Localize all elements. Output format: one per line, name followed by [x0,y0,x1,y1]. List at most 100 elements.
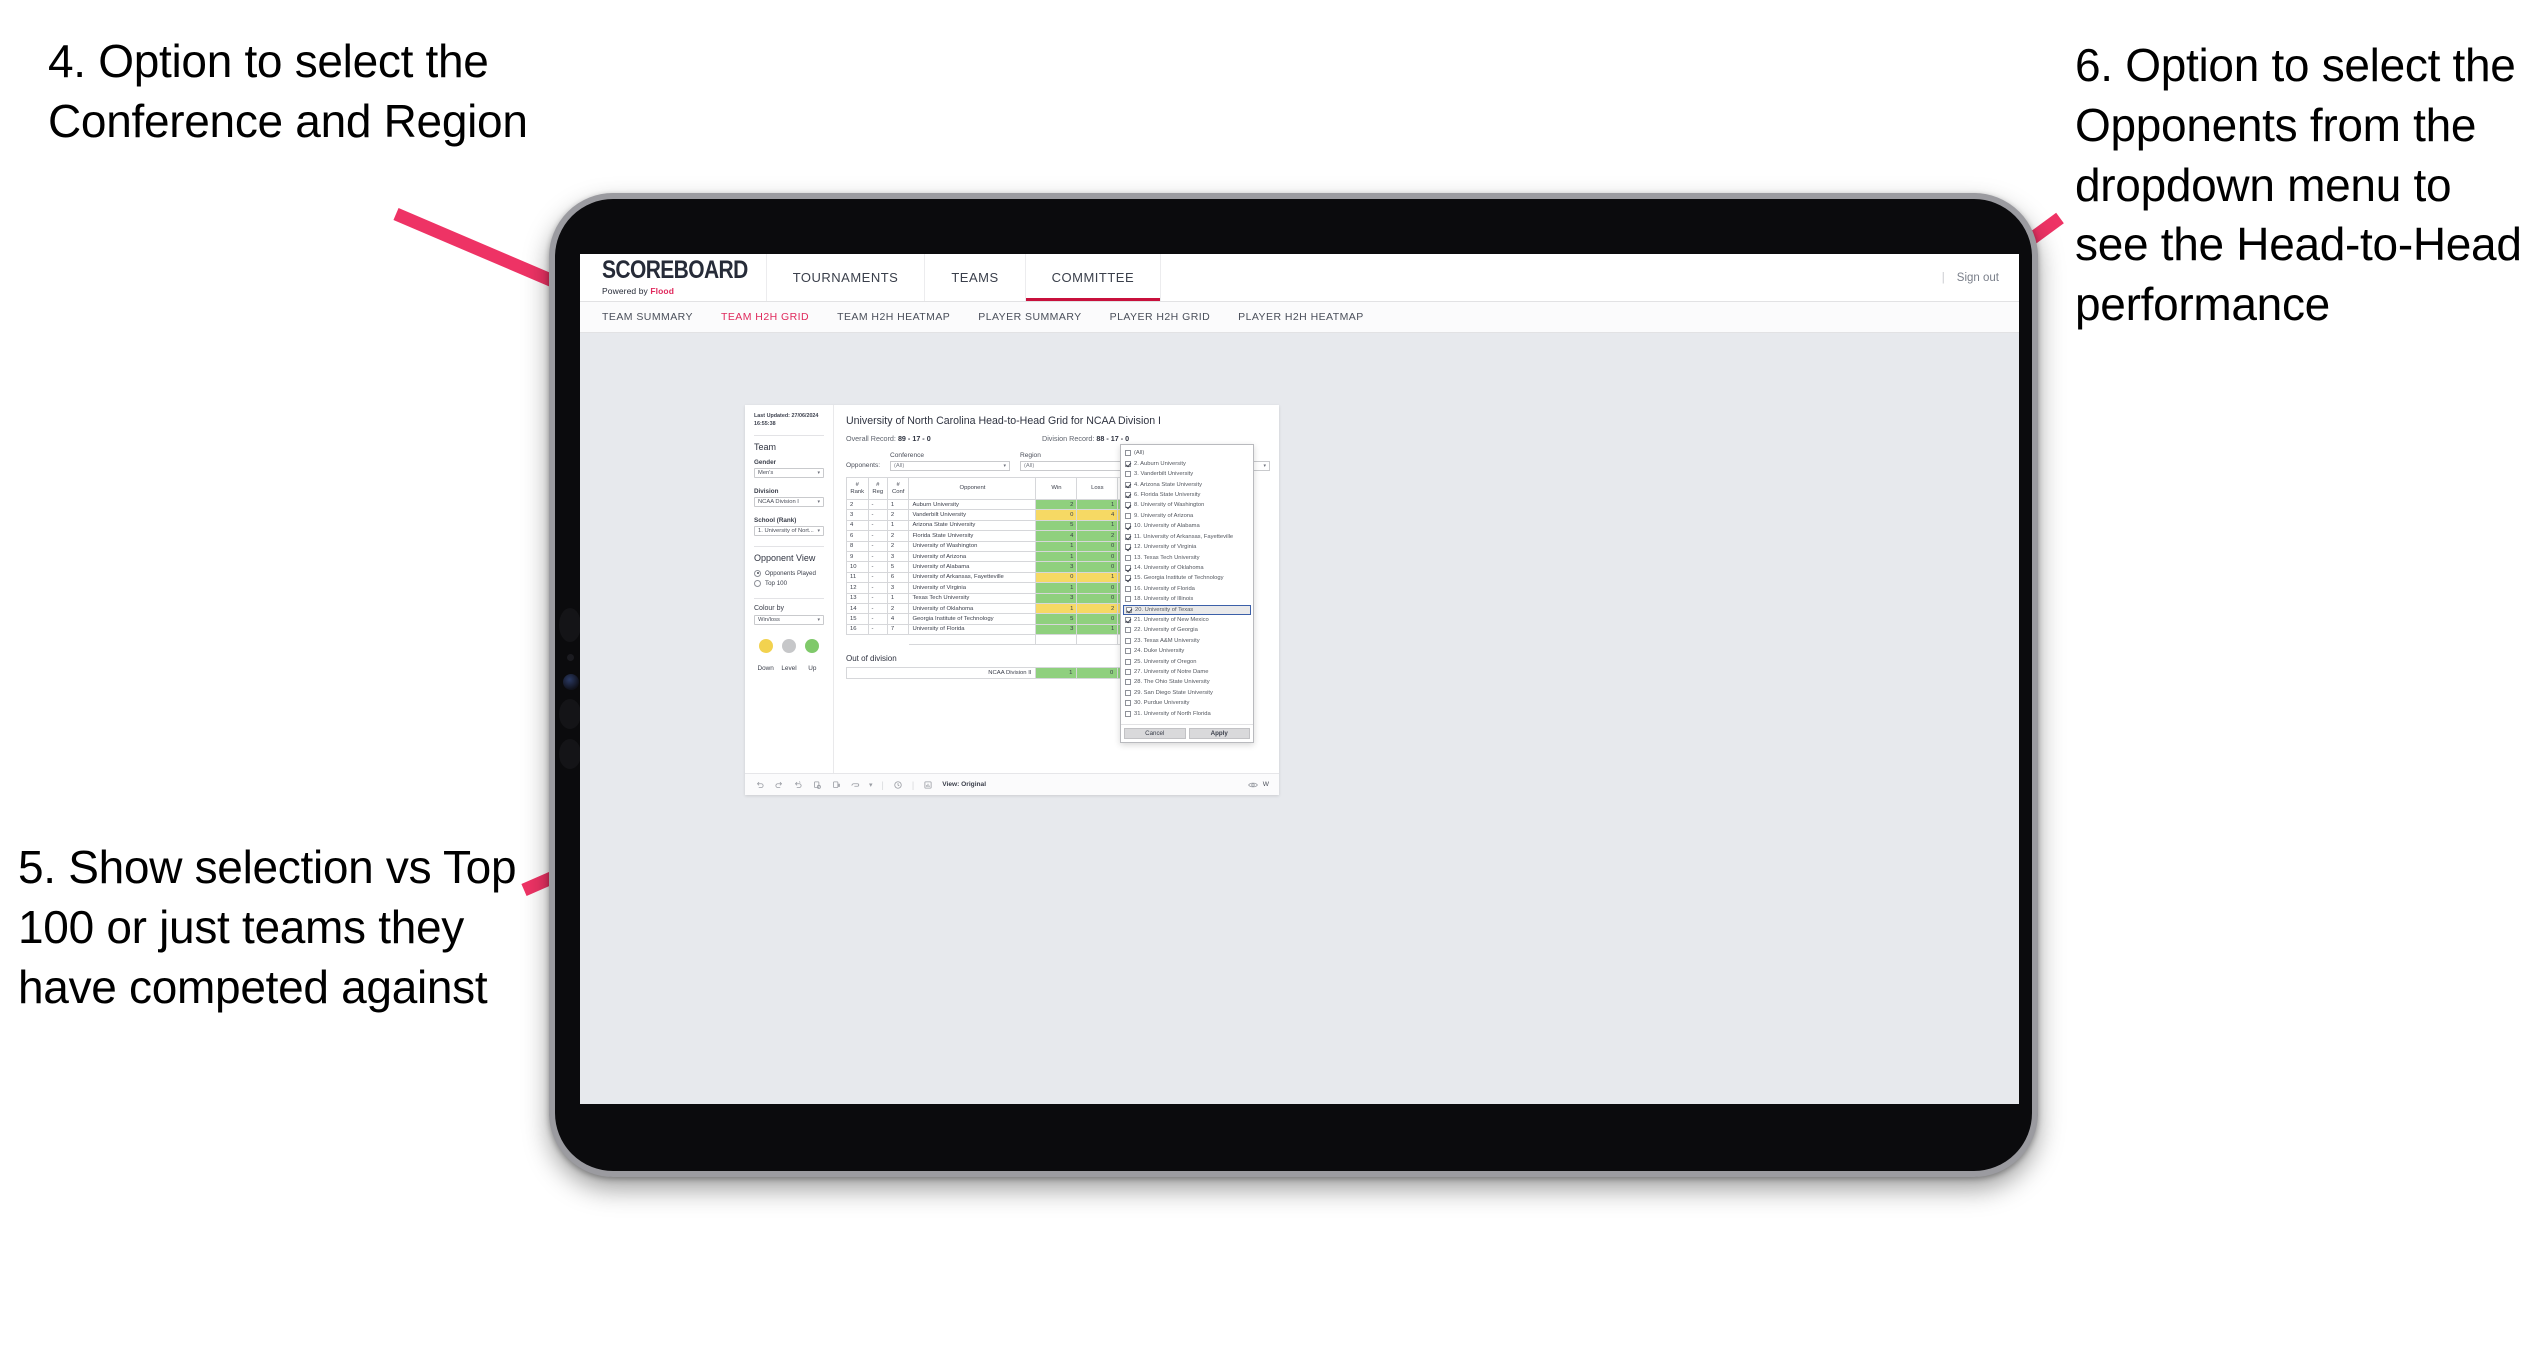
checkbox-icon[interactable] [1125,679,1131,686]
checkbox-icon[interactable] [1125,471,1131,478]
division-select[interactable]: NCAA Division I ▾ [754,496,824,507]
checkbox-icon[interactable] [1125,596,1131,603]
checkbox-icon[interactable] [1125,481,1131,488]
signout-link[interactable]: Sign out [1957,272,1999,284]
checkbox-icon[interactable] [1125,565,1131,572]
subnav-player-summary[interactable]: PLAYER SUMMARY [978,311,1101,323]
th-opponent[interactable]: Opponent [908,477,1037,500]
nav-item-teams[interactable]: TEAMS [924,254,1024,301]
view-icon[interactable] [923,780,933,790]
undo-icon[interactable] [755,780,765,790]
out-of-division-row[interactable]: NCAA Division II 1 0 [845,667,1142,680]
checkbox-icon[interactable] [1125,502,1131,509]
school-select[interactable]: 1. University of Nort... ▾ [754,525,824,536]
watch-label[interactable]: W [1263,781,1269,788]
checkbox-icon[interactable] [1126,606,1132,613]
dropdown-item[interactable]: 12. University of Virginia [1121,542,1253,552]
checkbox-icon[interactable] [1125,450,1131,457]
cancel-button[interactable]: Cancel [1124,728,1186,739]
dropdown-item[interactable]: 13. Texas Tech University [1121,552,1253,562]
radio-opponents-played[interactable]: Opponents Played [754,569,824,577]
dropdown-item[interactable]: 28. The Ohio State University [1121,677,1253,687]
brand-logo[interactable]: SCOREBOARD Powered by Flood [580,254,766,301]
opponent-dropdown-menu[interactable]: (All) 2. Auburn University 3. Vanderbilt U… [1120,444,1254,743]
colour-by-select[interactable]: Win/loss ▾ [754,614,824,625]
dropdown-item[interactable]: 2. Auburn University [1121,458,1253,468]
checkbox-icon[interactable] [1125,512,1131,519]
volume-down-button[interactable] [559,739,581,769]
subnav-player-h2h-heatmap[interactable]: PLAYER H2H HEATMAP [1238,311,1384,323]
dropdown-item[interactable]: 25. University of Oregon [1121,656,1253,666]
nav-item-tournaments[interactable]: TOURNAMENTS [765,254,925,301]
share-icon[interactable] [850,780,860,790]
checkbox-icon[interactable] [1125,554,1131,561]
subnav-team-summary[interactable]: TEAM SUMMARY [602,311,713,323]
checkbox-icon[interactable] [1125,658,1131,665]
th-reg[interactable]: # Reg [867,477,888,500]
volume-up-button[interactable] [559,699,581,729]
dropdown-item[interactable]: 3. Vanderbilt University [1121,469,1253,479]
dropdown-item[interactable]: 10. University of Alabama [1121,521,1253,531]
eye-icon[interactable] [1247,781,1258,789]
dropdown-item[interactable]: 15. Georgia Institute of Technology [1121,573,1253,583]
refresh-icon[interactable] [812,780,822,790]
dropdown-item[interactable]: 9. University of Arizona [1121,511,1253,521]
subnav-player-h2h-grid[interactable]: PLAYER H2H GRID [1110,311,1231,323]
table-row[interactable]: 13-1 Texas Tech University 3 0 [846,592,1142,604]
dropdown-item[interactable]: 22. University of Georgia [1121,625,1253,635]
dropdown-item[interactable]: 31. University of North Florida [1121,709,1253,719]
table-row[interactable]: 8-2 University of Washington 1 0 [846,540,1142,552]
th-conf[interactable]: # Conf [886,477,910,500]
chevron-down-icon[interactable]: ▾ [869,781,873,789]
checkbox-icon[interactable] [1125,637,1131,644]
checkbox-icon[interactable] [1125,627,1131,634]
checkbox-icon[interactable] [1125,648,1131,655]
dropdown-item[interactable]: 21. University of New Mexico [1121,615,1253,625]
dropdown-item[interactable]: 6. Florida State University [1121,490,1253,500]
checkbox-icon[interactable] [1125,710,1131,717]
table-row[interactable]: 11-6 University of Arkansas, Fayetteville… [846,571,1142,584]
subnav-team-h2h-grid[interactable]: TEAM H2H GRID [721,311,829,323]
opponent-dropdown-list[interactable]: (All) 2. Auburn University 3. Vanderbilt U… [1121,445,1253,724]
dropdown-item[interactable]: 30. Purdue University [1121,698,1253,708]
table-row[interactable]: 15-4 Georgia Institute of Technology 5 0 [846,613,1142,625]
radio-top-100[interactable]: Top 100 [754,579,824,587]
table-row[interactable]: 2-1 Auburn University 2 1 [846,498,1142,511]
th-rank[interactable]: # Rank [846,477,869,500]
table-row[interactable]: 10-5 University of Alabama 3 0 [846,561,1142,573]
table-row[interactable]: 4-1 Arizona State University 5 1 [846,519,1142,532]
nav-item-committee[interactable]: COMMITTEE [1024,254,1161,301]
table-row[interactable]: 12-3 University of Virginia 1 0 [846,582,1142,594]
table-row[interactable]: 6-2 Florida State University 4 2 [846,530,1142,542]
table-row[interactable]: 14-2 University of Oklahoma 1 2 [846,602,1142,615]
gender-select[interactable]: Men's ▾ [754,467,824,478]
history-icon[interactable] [893,780,903,790]
checkbox-icon[interactable] [1125,700,1131,707]
checkbox-icon[interactable] [1125,544,1131,551]
subnav-team-h2h-heatmap[interactable]: TEAM H2H HEATMAP [837,311,970,323]
checkbox-icon[interactable] [1125,689,1131,696]
checkbox-icon[interactable] [1125,585,1131,592]
dropdown-item[interactable]: 18. University of Illinois [1121,594,1253,604]
dropdown-item[interactable]: 16. University of Florida [1121,584,1253,594]
checkbox-icon[interactable] [1125,491,1131,498]
checkbox-icon[interactable] [1125,460,1131,467]
dropdown-item[interactable]: 20. University of Texas [1123,604,1251,615]
dropdown-item[interactable]: 24. Duke University [1121,646,1253,656]
apply-button[interactable]: Apply [1188,728,1250,739]
th-win[interactable]: Win [1035,477,1078,500]
table-row[interactable]: 3-2 Vanderbilt University 0 4 [846,509,1142,521]
table-row[interactable]: 9-3 University of Arizona 1 0 [846,550,1142,563]
dropdown-item[interactable]: 8. University of Washington [1121,500,1253,510]
revert-icon[interactable] [793,780,803,790]
dropdown-item[interactable]: 29. San Diego State University [1121,688,1253,698]
dropdown-item[interactable]: 23. Texas A&M University [1121,635,1253,645]
dropdown-item[interactable]: 4. Arizona State University [1121,479,1253,489]
checkbox-icon[interactable] [1125,533,1131,540]
conference-select[interactable]: (All) ▾ [890,461,1010,471]
dropdown-item[interactable]: 27. University of Notre Dame [1121,667,1253,677]
dropdown-item[interactable]: 14. University of Oklahoma [1121,563,1253,573]
dropdown-item[interactable]: (All) [1121,448,1253,458]
th-loss[interactable]: Loss [1076,477,1119,500]
redo-icon[interactable] [774,780,784,790]
